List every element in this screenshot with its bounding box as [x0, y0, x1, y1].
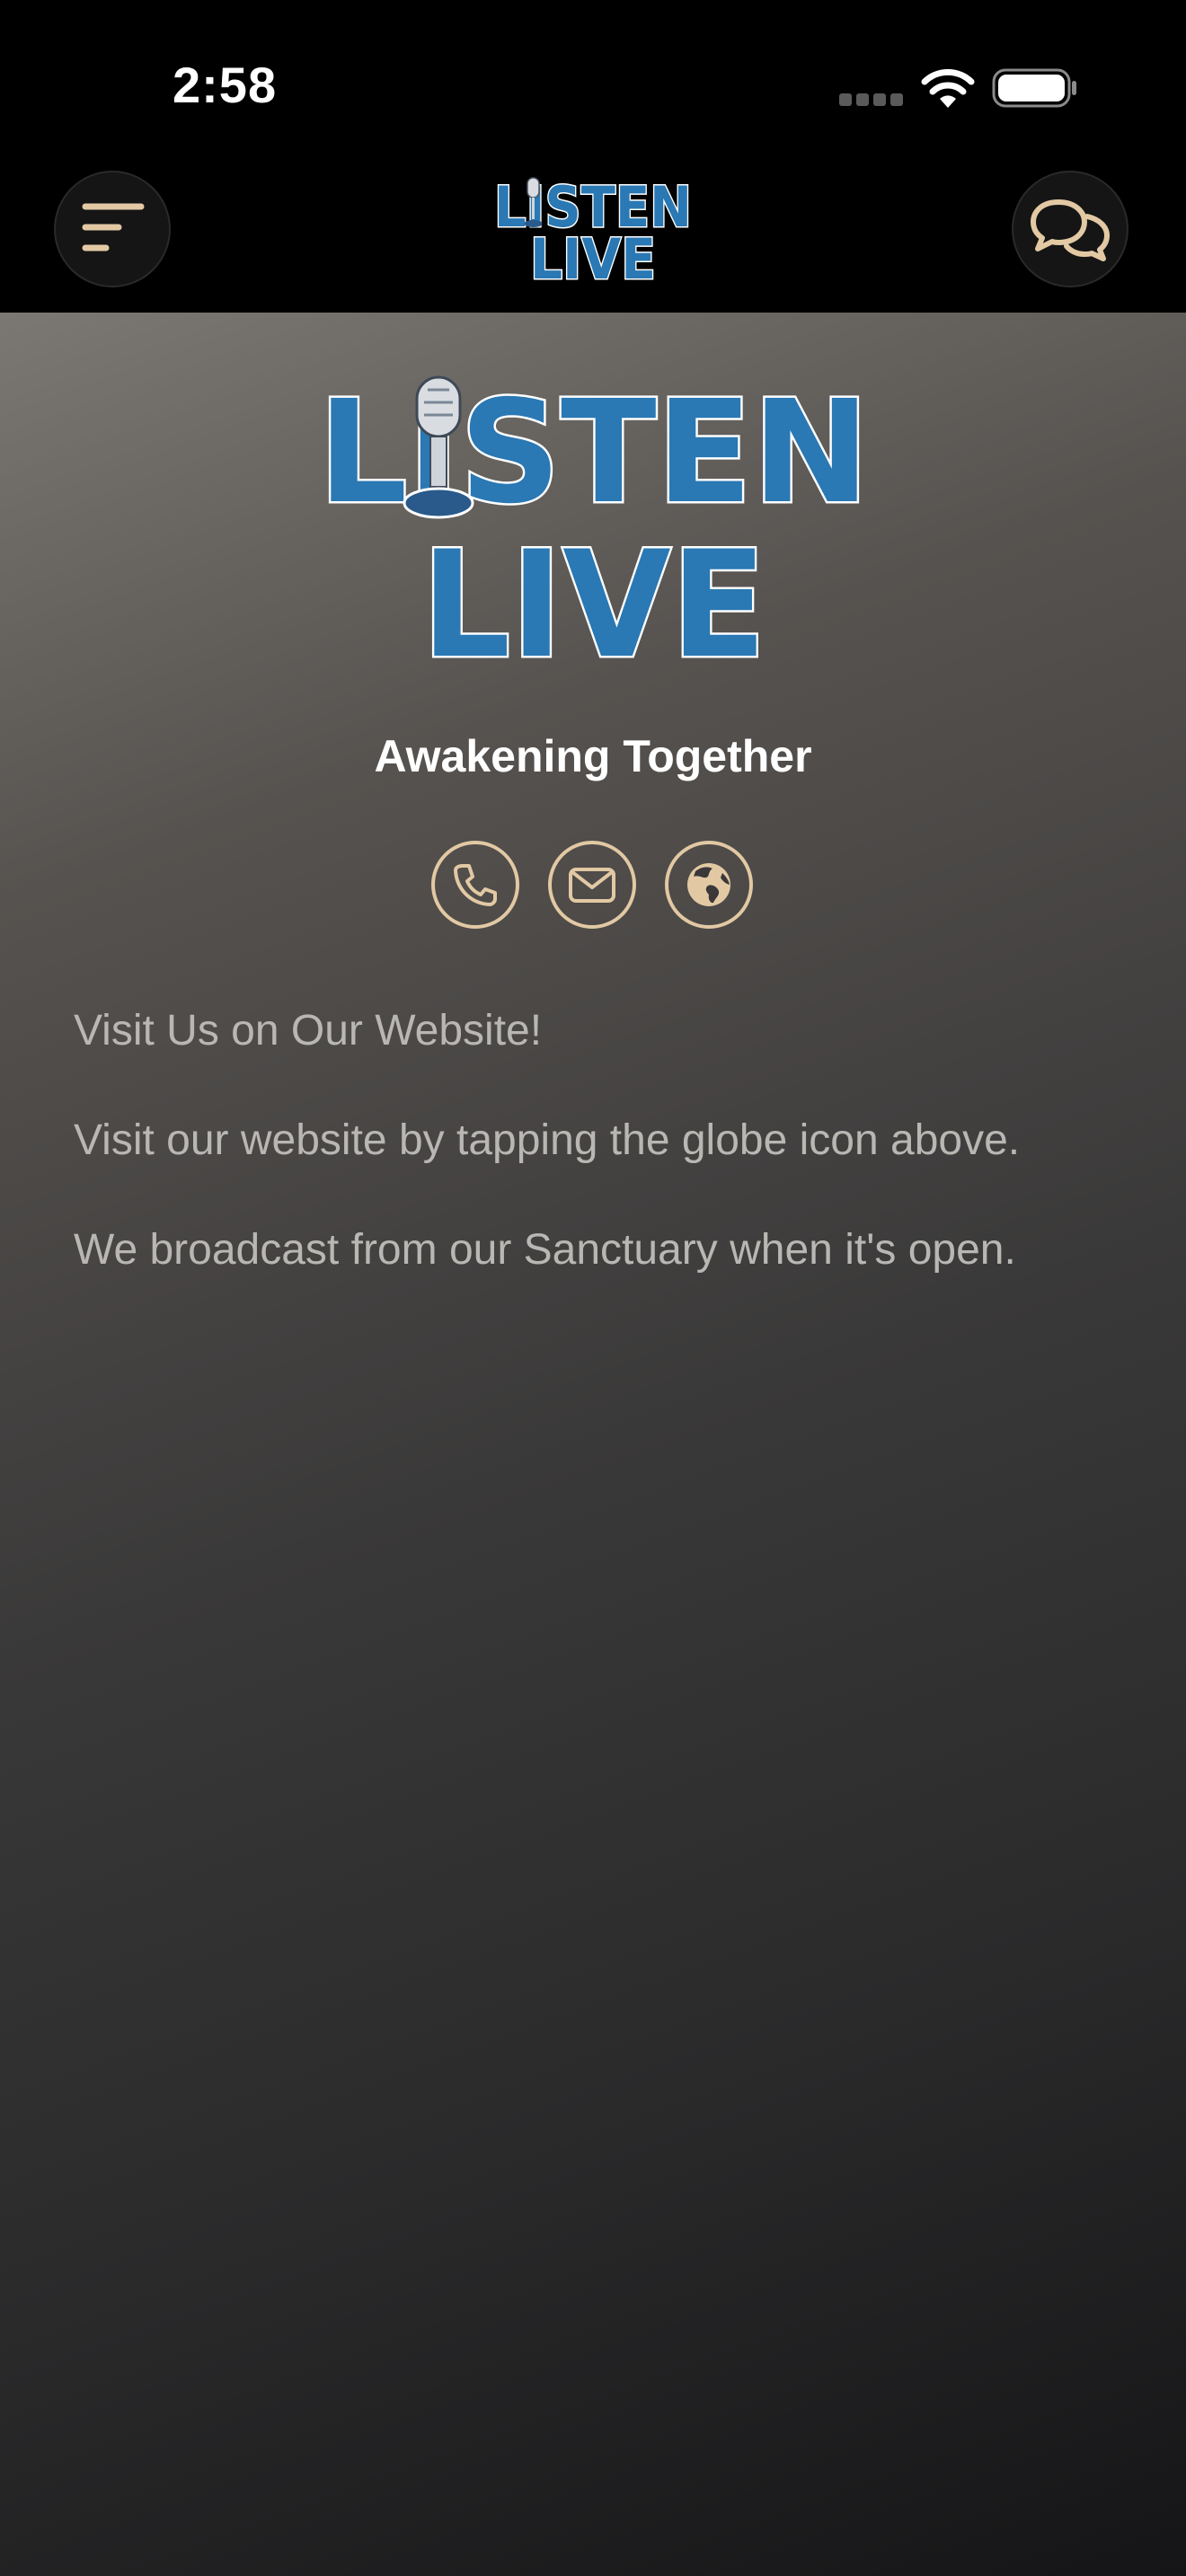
listen-live-logo: LISTEN LIVE	[316, 375, 872, 672]
phone-button[interactable]	[431, 841, 519, 929]
phone-icon	[454, 864, 497, 906]
email-button[interactable]	[548, 841, 636, 929]
status-time: 2:58	[173, 57, 278, 113]
body-paragraph: We broadcast from our Sanctuary when it'…	[74, 1226, 1016, 1274]
globe-icon	[687, 863, 730, 906]
battery-icon	[992, 68, 1076, 108]
body-paragraph: Visit our website by tapping the globe i…	[74, 1116, 1021, 1164]
email-icon	[569, 868, 615, 903]
app-screen: 2:58 LISTEN LIVE LISTEN LIVE Awakening T…	[0, 0, 1186, 2576]
hero-logo-text-live: LIVE	[421, 519, 766, 672]
navigation-bar: LISTEN LIVE	[0, 171, 1186, 313]
hero-logo-text-listen: LISTEN	[318, 375, 870, 535]
wifi-icon	[921, 68, 975, 108]
website-button[interactable]	[665, 841, 753, 929]
chat-bubbles-icon	[1031, 199, 1110, 261]
chat-button[interactable]	[1012, 171, 1128, 287]
tagline: Awakening Together	[374, 731, 812, 781]
cellular-signal-icon	[839, 93, 903, 106]
logo-text-live: LIVE	[530, 226, 656, 284]
menu-lines-icon	[82, 203, 145, 251]
contact-actions	[431, 841, 755, 934]
status-bar: 2:58	[0, 0, 1186, 171]
menu-button[interactable]	[54, 171, 171, 287]
main-content: LISTEN LIVE Awakening Together Visit Us …	[0, 313, 1186, 2576]
body-paragraph: Visit Us on Our Website!	[74, 1007, 543, 1054]
listen-live-logo-small: LISTEN LIVE	[493, 174, 694, 284]
